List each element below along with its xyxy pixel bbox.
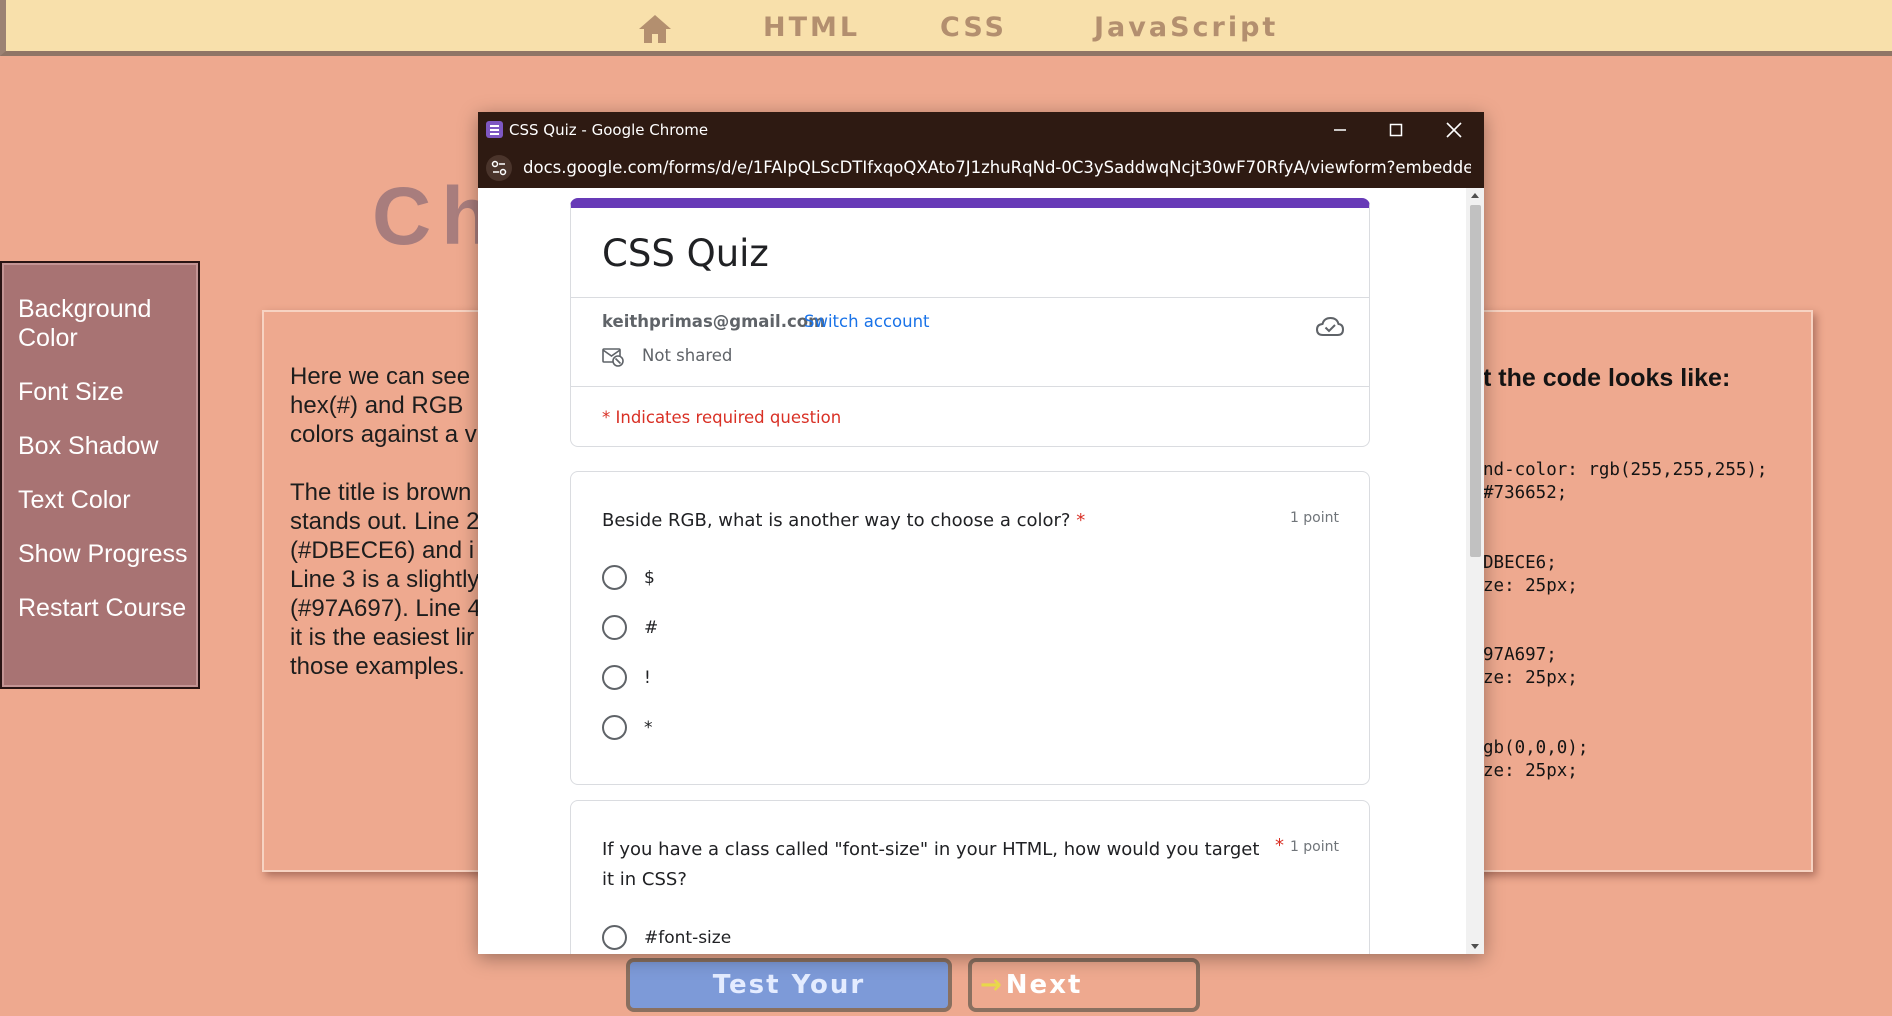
site-info-icon[interactable]: [486, 155, 512, 181]
lesson-text: Here we can see hex(#) and RGB colors ag…: [290, 362, 490, 710]
question-card: Beside RGB, what is another way to choos…: [570, 471, 1370, 785]
radio-button[interactable]: [602, 715, 627, 740]
sidebar-item-box-shadow[interactable]: Box Shadow: [18, 432, 194, 461]
question-points: 1 point: [1289, 510, 1339, 526]
window-title: CSS Quiz - Google Chrome: [509, 121, 709, 139]
form-header-card: CSS Quiz keithprimas@gmail.com Switch ac…: [570, 198, 1370, 447]
maximize-icon[interactable]: [1368, 112, 1424, 148]
code-snippet: DBECE6; ze: 25px;: [1483, 553, 1578, 596]
option-label: #font-size: [644, 928, 732, 948]
form-viewport: CSS Quiz keithprimas@gmail.com Switch ac…: [478, 188, 1484, 954]
window-titlebar[interactable]: CSS Quiz - Google Chrome: [478, 112, 1484, 148]
not-shared-icon: [602, 348, 624, 367]
test-your-knowledge-button[interactable]: Test Your Knowledge: [626, 958, 952, 1012]
code-snippet: gb(0,0,0); ze: 25px;: [1483, 738, 1589, 781]
question-points: 1 point: [1289, 839, 1339, 855]
lesson-paragraph: Here we can see hex(#) and RGB colors ag…: [290, 363, 477, 448]
code-heading: t the code looks like:: [1483, 364, 1731, 392]
radio-button[interactable]: [602, 565, 627, 590]
code-snippet: 97A697; ze: 25px;: [1483, 645, 1578, 688]
question-text: Beside RGB, what is another way to choos…: [602, 506, 1282, 536]
radio-button[interactable]: [602, 925, 627, 950]
scroll-up-icon[interactable]: [1471, 193, 1479, 198]
nav-link-html[interactable]: HTML: [763, 12, 860, 43]
required-note: * Indicates required question: [602, 408, 842, 427]
top-nav: HTML CSS JavaScript: [0, 0, 1892, 56]
arrow-right-icon: →: [980, 970, 1004, 1000]
option-label: $: [644, 568, 655, 588]
forms-app-icon: [486, 121, 503, 138]
required-star: *: [1076, 510, 1086, 531]
question-card: If you have a class called "font-size" i…: [570, 800, 1370, 954]
sidebar: Background Color Font Size Box Shadow Te…: [0, 261, 200, 689]
option-label: !: [644, 668, 651, 688]
account-email: keithprimas@gmail.com: [602, 312, 826, 331]
sidebar-item-restart-course[interactable]: Restart Course: [18, 594, 194, 623]
nav-link-css[interactable]: CSS: [940, 12, 1007, 43]
scroll-down-icon[interactable]: [1471, 944, 1479, 949]
switch-account-link[interactable]: Switch account: [804, 312, 930, 331]
scrollbar-thumb[interactable]: [1470, 205, 1481, 557]
divider: [571, 297, 1369, 298]
next-lesson-button[interactable]: →Next Lesson: [968, 958, 1200, 1012]
divider: [571, 386, 1369, 387]
sidebar-item-show-progress[interactable]: Show Progress: [18, 540, 194, 569]
sidebar-item-background-color[interactable]: Background Color: [18, 295, 194, 353]
scrollbar[interactable]: [1466, 188, 1484, 954]
cloud-saved-icon[interactable]: [1315, 314, 1345, 340]
not-shared-label: Not shared: [642, 346, 733, 365]
url-text[interactable]: docs.google.com/forms/d/e/1FAIpQLScDTIfx…: [523, 158, 1471, 177]
code-snippet: nd-color: rgb(255,255,255); #736652;: [1483, 460, 1768, 503]
sidebar-item-text-color[interactable]: Text Color: [18, 486, 194, 515]
form-title: CSS Quiz: [602, 232, 769, 275]
minimize-icon[interactable]: [1312, 112, 1368, 148]
sidebar-item-font-size[interactable]: Font Size: [18, 378, 194, 407]
required-star: *: [1275, 835, 1284, 856]
option-label: #: [644, 618, 659, 638]
option-label: *: [644, 718, 653, 738]
question-text: If you have a class called "font-size" i…: [602, 839, 1260, 890]
address-bar[interactable]: docs.google.com/forms/d/e/1FAIpQLScDTIfx…: [478, 148, 1484, 188]
radio-button[interactable]: [602, 615, 627, 640]
lesson-paragraph: The title is brown stands out. Line 2 (#…: [290, 479, 481, 680]
close-icon[interactable]: [1426, 112, 1482, 148]
nav-link-javascript[interactable]: JavaScript: [1094, 12, 1278, 43]
home-icon[interactable]: [637, 12, 673, 46]
chrome-popup-window: CSS Quiz - Google Chrome docs.google.com…: [478, 112, 1484, 954]
radio-button[interactable]: [602, 665, 627, 690]
question-label: Beside RGB, what is another way to choos…: [602, 510, 1071, 531]
